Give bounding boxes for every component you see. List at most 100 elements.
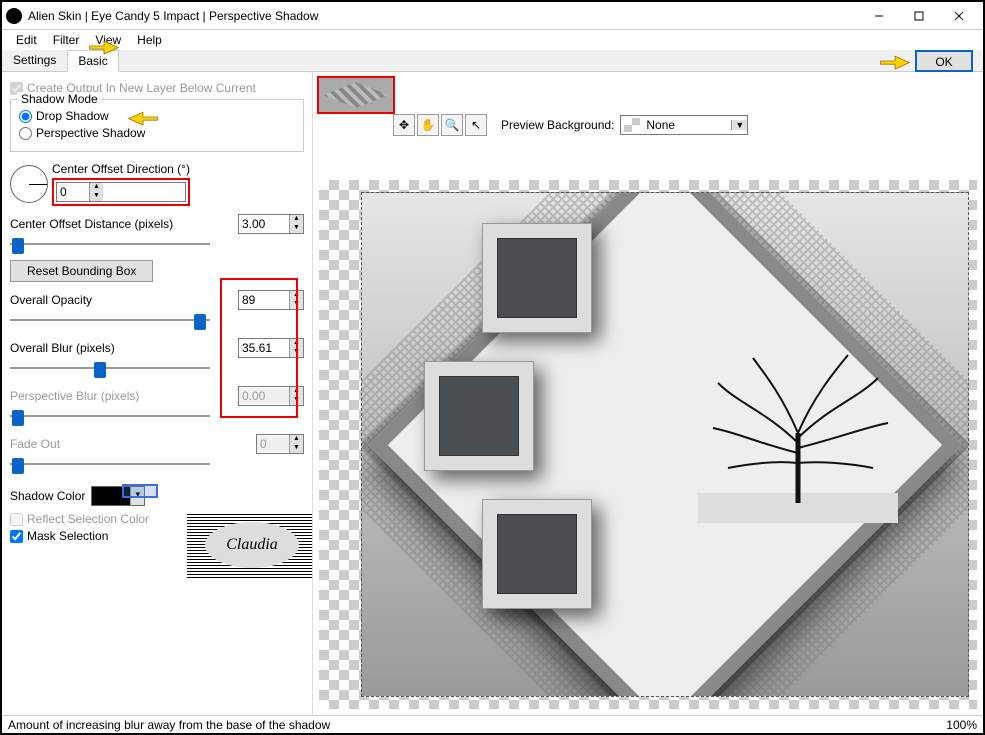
center-offset-direction-row: Center Offset Direction (°) ▲▼	[10, 162, 304, 206]
shadow-mode-group: Shadow Mode Drop Shadow Perspective Shad…	[10, 99, 304, 152]
preview-panel: ✥ ✋ 🔍 ↖ Preview Background: None ▼	[312, 72, 983, 715]
perspective-blur-input	[239, 388, 289, 404]
main-body: Create Output In New Layer Below Current…	[2, 72, 983, 715]
spin-down[interactable]: ▼	[89, 192, 103, 201]
overall-opacity-row: Overall Opacity ▲▼	[10, 290, 304, 330]
perspective-blur-row: Perspective Blur (pixels) ▲▼	[10, 386, 304, 426]
preview-background-value: None	[643, 118, 731, 132]
chevron-down-icon: ▼	[731, 120, 747, 130]
menu-view[interactable]: View	[87, 31, 129, 49]
zoom-level: 100%	[946, 718, 977, 732]
thumbnail-area	[317, 76, 395, 114]
overall-blur-input[interactable]	[239, 340, 289, 356]
shadow-color-row: Shadow Color ▼	[10, 486, 304, 506]
reflect-selection-color-checkbox	[10, 513, 23, 526]
menu-help[interactable]: Help	[129, 31, 170, 49]
square-frame	[482, 223, 592, 333]
drop-shadow-radio[interactable]	[19, 110, 32, 123]
spin-up[interactable]: ▲	[289, 215, 303, 224]
tabs-row: Settings Basic OK Cancel	[2, 50, 983, 72]
perspective-blur-slider	[10, 408, 210, 426]
shadow-color-swatch	[92, 487, 130, 505]
status-hint: Amount of increasing blur away from the …	[8, 718, 330, 732]
reflect-selection-color-label: Reflect Selection Color	[27, 512, 149, 526]
close-button[interactable]	[939, 4, 979, 28]
spin-up[interactable]: ▲	[289, 339, 303, 348]
drop-shadow-label: Drop Shadow	[36, 109, 109, 123]
reset-bounding-box-button[interactable]: Reset Bounding Box	[10, 260, 153, 282]
maximize-button[interactable]	[899, 4, 939, 28]
menu-edit[interactable]: Edit	[8, 31, 45, 49]
spin-down[interactable]: ▼	[289, 348, 303, 357]
overall-opacity-slider[interactable]	[10, 312, 210, 330]
window-title: Alien Skin | Eye Candy 5 Impact | Perspe…	[28, 9, 859, 23]
title-bar: Alien Skin | Eye Candy 5 Impact | Perspe…	[2, 2, 983, 30]
center-offset-distance-label: Center Offset Distance (pixels)	[10, 217, 173, 231]
shadow-color-label: Shadow Color	[10, 489, 85, 503]
preview-artwork	[361, 192, 969, 697]
tab-basic[interactable]: Basic	[67, 50, 118, 72]
arrow-tool-button[interactable]: ↖	[465, 114, 487, 136]
minimize-button[interactable]	[859, 4, 899, 28]
direction-dial[interactable]	[10, 165, 48, 203]
menu-filter[interactable]: Filter	[45, 31, 88, 49]
overall-opacity-label: Overall Opacity	[10, 293, 92, 307]
overall-blur-label: Overall Blur (pixels)	[10, 341, 115, 355]
tab-settings[interactable]: Settings	[2, 49, 67, 71]
square-frame	[424, 361, 534, 471]
preview-background-label: Preview Background:	[501, 118, 614, 132]
spin-up[interactable]: ▲	[89, 183, 103, 192]
fade-out-input	[257, 436, 289, 452]
preset-thumbnail[interactable]	[317, 76, 395, 114]
highlight-box: ▲▼	[52, 178, 190, 206]
center-offset-distance-input[interactable]	[239, 216, 289, 232]
hand-tool-button[interactable]: ✋	[417, 114, 439, 136]
ok-button[interactable]: OK	[915, 50, 973, 72]
shadow-color-picker[interactable]: ▼	[91, 486, 145, 506]
pointer-annotation-icon	[879, 51, 911, 71]
preview-background-select[interactable]: None ▼	[620, 115, 748, 135]
square-frame	[482, 499, 592, 609]
move-icon: ✥	[399, 118, 409, 132]
fade-out-slider	[10, 456, 210, 474]
shadow-mode-label: Shadow Mode	[17, 92, 102, 106]
arrow-icon: ↖	[471, 118, 481, 132]
center-offset-direction-label: Center Offset Direction (°)	[52, 162, 190, 176]
spin-up: ▲	[289, 435, 303, 444]
center-offset-direction-input[interactable]	[57, 184, 89, 200]
overall-blur-slider[interactable]	[10, 360, 210, 378]
spin-up[interactable]: ▲	[289, 291, 303, 300]
fade-out-label: Fade Out	[10, 437, 60, 451]
move-tool-button[interactable]: ✥	[393, 114, 415, 136]
pointer-annotation-icon	[127, 107, 159, 127]
tree-image	[698, 343, 898, 523]
preview-canvas[interactable]	[319, 180, 977, 709]
preview-toolbar: ✥ ✋ 🔍 ↖ Preview Background: None ▼	[393, 114, 748, 136]
mask-selection-label: Mask Selection	[27, 529, 108, 543]
transparency-swatch-icon	[624, 118, 640, 132]
spin-down[interactable]: ▼	[289, 224, 303, 233]
overall-blur-row: Overall Blur (pixels) ▲▼	[10, 338, 304, 378]
center-offset-distance-row: Center Offset Distance (pixels) ▲▼	[10, 214, 304, 254]
watermark-text: Claudia	[205, 522, 299, 568]
hand-icon: ✋	[421, 118, 436, 132]
fade-out-row: Fade Out ▲▼	[10, 434, 304, 474]
spin-down: ▼	[289, 444, 303, 453]
spin-down[interactable]: ▼	[289, 300, 303, 309]
zoom-tool-button[interactable]: 🔍	[441, 114, 463, 136]
center-offset-distance-slider[interactable]	[10, 236, 210, 254]
perspective-blur-label: Perspective Blur (pixels)	[10, 389, 139, 403]
zoom-icon: 🔍	[445, 118, 460, 132]
status-bar: Amount of increasing blur away from the …	[2, 715, 983, 733]
spin-down: ▼	[289, 396, 303, 405]
spin-up: ▲	[289, 387, 303, 396]
chevron-down-icon: ▼	[130, 487, 144, 505]
app-icon	[6, 8, 22, 24]
mask-selection-checkbox[interactable]	[10, 530, 23, 543]
perspective-shadow-radio[interactable]	[19, 127, 32, 140]
perspective-shadow-label: Perspective Shadow	[36, 126, 145, 140]
settings-panel: Create Output In New Layer Below Current…	[2, 72, 312, 715]
menu-bar: Edit Filter View Help	[2, 30, 983, 50]
watermark: Claudia	[187, 514, 317, 578]
overall-opacity-input[interactable]	[239, 292, 289, 308]
